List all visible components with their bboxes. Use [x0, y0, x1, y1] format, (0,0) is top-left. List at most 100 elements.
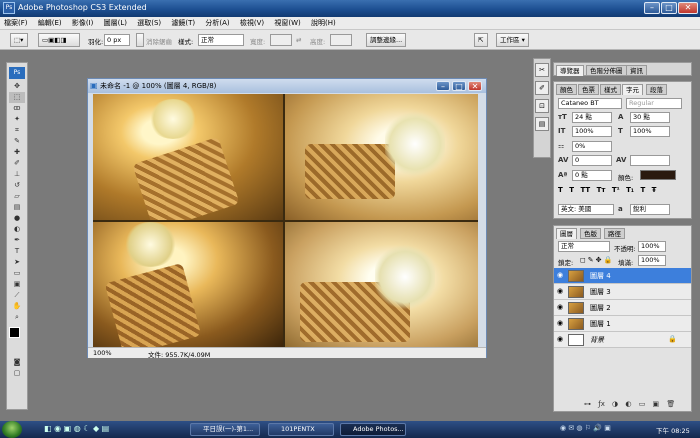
- doc-maximize-button[interactable]: □: [452, 81, 466, 91]
- tool-presets-icon[interactable]: ✂: [535, 63, 549, 77]
- style-select[interactable]: 正常: [198, 34, 244, 46]
- fill-input[interactable]: 100%: [638, 255, 666, 266]
- menu-filter[interactable]: 濾鏡(T): [167, 17, 199, 29]
- menu-window[interactable]: 視窗(W): [270, 17, 304, 29]
- tab-navigator[interactable]: 導覽器: [556, 65, 584, 76]
- document-window[interactable]: ▣ 未命名 -1 @ 100% (圖層 4, RGB/8) – □ ✕ 100%…: [87, 78, 487, 359]
- tracking-input[interactable]: [630, 155, 670, 166]
- image-canvas[interactable]: [93, 94, 478, 348]
- menu-view[interactable]: 檢視(V): [236, 17, 268, 29]
- menu-layer[interactable]: 圖層(L): [100, 17, 131, 29]
- eye-icon[interactable]: ◉: [557, 320, 565, 327]
- baseline-input[interactable]: 0 點: [572, 170, 612, 181]
- healing-brush-icon[interactable]: ✚: [9, 147, 25, 158]
- brushes-icon[interactable]: ✐: [535, 81, 549, 95]
- eye-icon[interactable]: ◉: [557, 272, 565, 279]
- shape-tool-icon[interactable]: ▭: [9, 268, 25, 279]
- eye-icon[interactable]: ◉: [557, 288, 565, 295]
- width-input[interactable]: [270, 34, 292, 46]
- font-size-input[interactable]: 24 點: [572, 112, 612, 123]
- slice-tool-icon[interactable]: ✎: [9, 136, 25, 147]
- layer-actions-bar[interactable]: ⊶ ƒx ◑ ◐ ▭ ▣ 🗑: [584, 400, 688, 408]
- maximize-button[interactable]: □: [661, 2, 677, 14]
- antialias-select[interactable]: 銳利: [630, 204, 670, 215]
- font-style-select[interactable]: Regular: [626, 98, 682, 109]
- minimize-button[interactable]: –: [644, 2, 660, 14]
- history-brush-icon[interactable]: ↺: [9, 180, 25, 191]
- quick-mask-icon[interactable]: ◙: [9, 357, 25, 368]
- actions-icon[interactable]: ▤: [535, 117, 549, 131]
- eraser-tool-icon[interactable]: ▱: [9, 191, 25, 202]
- hand-tool-icon[interactable]: ✋: [9, 301, 25, 312]
- crop-tool-icon[interactable]: ⌗: [9, 125, 25, 136]
- layer-row[interactable]: ◉ 圖層 3: [554, 284, 691, 300]
- move-tool-icon[interactable]: ✥: [9, 81, 25, 92]
- lock-icons[interactable]: ◻✎✥🔒: [580, 256, 614, 264]
- quick-launch-icons[interactable]: ◧ ◉ ▣ ◍ ☾ ◆ ▤: [44, 424, 109, 433]
- tab-paths[interactable]: 路徑: [604, 228, 625, 239]
- screen-mode-icon[interactable]: ▢: [9, 368, 25, 379]
- marquee-tool-preset-icon[interactable]: ⬚▾: [10, 33, 28, 47]
- type-tool-icon[interactable]: T: [9, 246, 25, 257]
- taskbar-item[interactable]: 平日誤(一)-第1...: [190, 423, 260, 436]
- feather-input[interactable]: 0 px: [104, 34, 130, 46]
- workspace-button[interactable]: 工作區 ▾: [496, 33, 529, 47]
- tab-channels[interactable]: 色版: [580, 228, 601, 239]
- tab-styles[interactable]: 樣式: [600, 84, 621, 95]
- height-input[interactable]: [330, 34, 352, 46]
- document-title-bar[interactable]: ▣ 未命名 -1 @ 100% (圖層 4, RGB/8) – □ ✕: [88, 79, 486, 93]
- antialias-checkbox[interactable]: [136, 33, 144, 47]
- doc-size-info[interactable]: 文件: 955.7K/4.09M: [148, 349, 210, 359]
- color-swatches[interactable]: [9, 327, 26, 353]
- opacity-input[interactable]: 100%: [638, 241, 666, 252]
- notes-tool-icon[interactable]: ▣: [9, 279, 25, 290]
- vertical-scale-input[interactable]: 100%: [572, 126, 612, 137]
- zoom-level[interactable]: 100%: [93, 349, 112, 357]
- menu-edit[interactable]: 編輯(E): [34, 17, 66, 29]
- tab-histogram[interactable]: 色階分佈圖: [586, 65, 627, 76]
- eye-icon[interactable]: ◉: [557, 336, 565, 343]
- pen-tool-icon[interactable]: ✒: [9, 235, 25, 246]
- menu-help[interactable]: 說明(H): [307, 17, 340, 29]
- font-family-select[interactable]: Cataneo BT: [558, 98, 622, 109]
- foreground-color-swatch[interactable]: [9, 327, 20, 338]
- clone-stamp-icon[interactable]: ⊥: [9, 169, 25, 180]
- dodge-tool-icon[interactable]: ◐: [9, 224, 25, 235]
- kerning-input[interactable]: 0: [572, 155, 612, 166]
- blend-mode-select[interactable]: 正常: [558, 241, 610, 252]
- brush-tool-icon[interactable]: ✐: [9, 158, 25, 169]
- tab-swatches[interactable]: 色票: [578, 84, 599, 95]
- selection-mode-buttons[interactable]: ▭▣◧◨: [38, 33, 80, 47]
- tab-paragraph[interactable]: 段落: [646, 84, 667, 95]
- magic-wand-icon[interactable]: ✦: [9, 114, 25, 125]
- taskbar-item[interactable]: 101PENTX: [268, 423, 334, 436]
- close-button[interactable]: ✕: [678, 2, 698, 14]
- horizontal-scale-input[interactable]: 100%: [630, 126, 670, 137]
- layer-row[interactable]: ◉ 圖層 4: [554, 268, 691, 284]
- zoom-tool-icon[interactable]: ⌕: [9, 312, 25, 323]
- doc-minimize-button[interactable]: –: [436, 81, 450, 91]
- gradient-tool-icon[interactable]: ▤: [9, 202, 25, 213]
- tracking-scale-input[interactable]: 0%: [572, 141, 612, 152]
- doc-close-button[interactable]: ✕: [468, 81, 482, 91]
- tray-icons[interactable]: ◉ ✉ ◍ ⚐ 🔊 ▣: [560, 424, 611, 432]
- menu-analysis[interactable]: 分析(A): [201, 17, 233, 29]
- refine-edge-button[interactable]: 調整邊緣...: [366, 33, 407, 47]
- taskbar-item[interactable]: Adobe Photos...: [340, 423, 406, 436]
- faux-style-buttons[interactable]: T T TT Tт T¹ T₁ T Ŧ: [558, 186, 686, 194]
- menu-select[interactable]: 選取(S): [133, 17, 165, 29]
- layer-row[interactable]: ◉ 圖層 2: [554, 300, 691, 316]
- eyedropper-icon[interactable]: ⟋: [9, 290, 25, 301]
- clone-source-icon[interactable]: ⊡: [535, 99, 549, 113]
- tab-layers[interactable]: 圖層: [556, 228, 577, 239]
- menu-file[interactable]: 檔案(F): [0, 17, 32, 29]
- layer-row[interactable]: ◉ 背景 🔒: [554, 332, 691, 348]
- lasso-tool-icon[interactable]: ꝏ: [9, 103, 25, 114]
- path-select-icon[interactable]: ➤: [9, 257, 25, 268]
- marquee-tool-icon[interactable]: ⬚: [9, 92, 25, 103]
- eye-icon[interactable]: ◉: [557, 304, 565, 311]
- start-button[interactable]: [2, 421, 22, 438]
- layer-row[interactable]: ◉ 圖層 1: [554, 316, 691, 332]
- swap-icon[interactable]: ⇄: [296, 36, 301, 44]
- tab-character[interactable]: 字元: [622, 84, 643, 95]
